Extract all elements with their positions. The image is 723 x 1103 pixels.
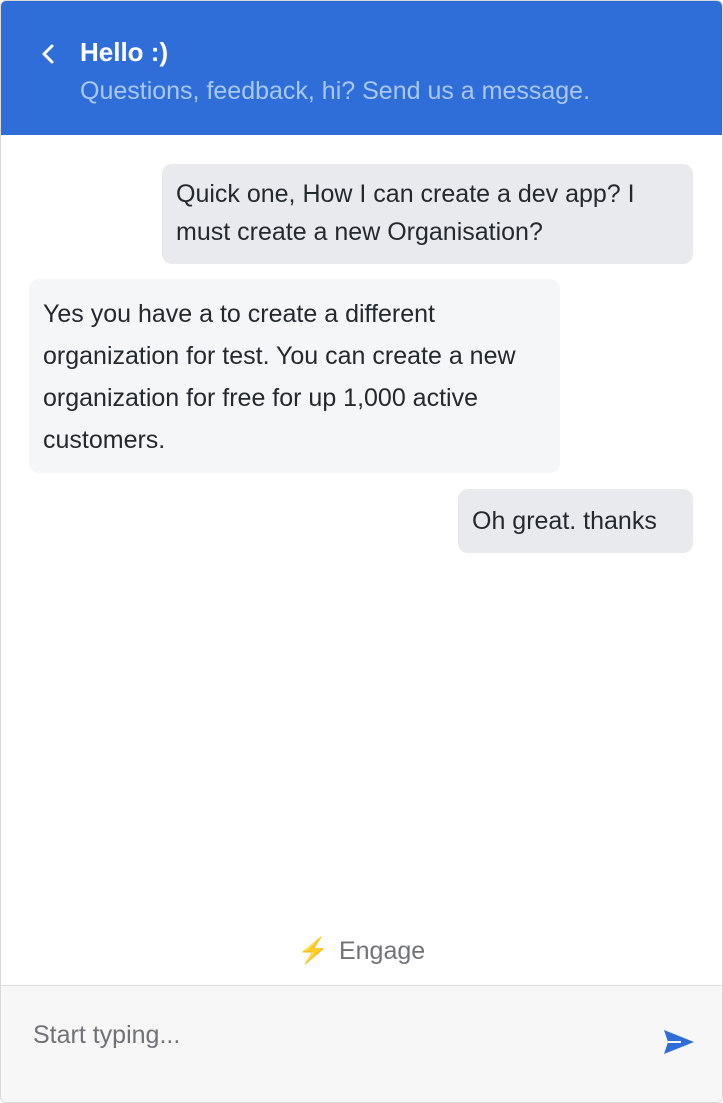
agent-message-bubble: Yes you have a to create a different org… (29, 279, 560, 473)
user-message-bubble: Quick one, How I can create a dev app? I… (162, 164, 693, 264)
powered-by-branding[interactable]: ⚡ Engage (1, 929, 722, 973)
message-input[interactable] (31, 1014, 635, 1056)
chevron-left-icon (42, 44, 54, 64)
message-list: Quick one, How I can create a dev app? I… (1, 135, 722, 925)
send-button[interactable] (661, 1026, 697, 1058)
lightning-bolt-icon: ⚡ (297, 937, 329, 965)
back-button[interactable] (37, 41, 59, 67)
header-subtitle: Questions, feedback, hi? Send us a messa… (80, 77, 591, 105)
send-icon (664, 1030, 694, 1054)
chat-header: Hello :) Questions, feedback, hi? Send u… (1, 1, 722, 135)
message-composer (1, 985, 722, 1102)
header-title: Hello :) (80, 37, 169, 67)
user-message-bubble: Oh great. thanks (458, 489, 693, 553)
branding-label: Engage (338, 937, 426, 965)
chat-widget: Hello :) Questions, feedback, hi? Send u… (0, 0, 723, 1103)
